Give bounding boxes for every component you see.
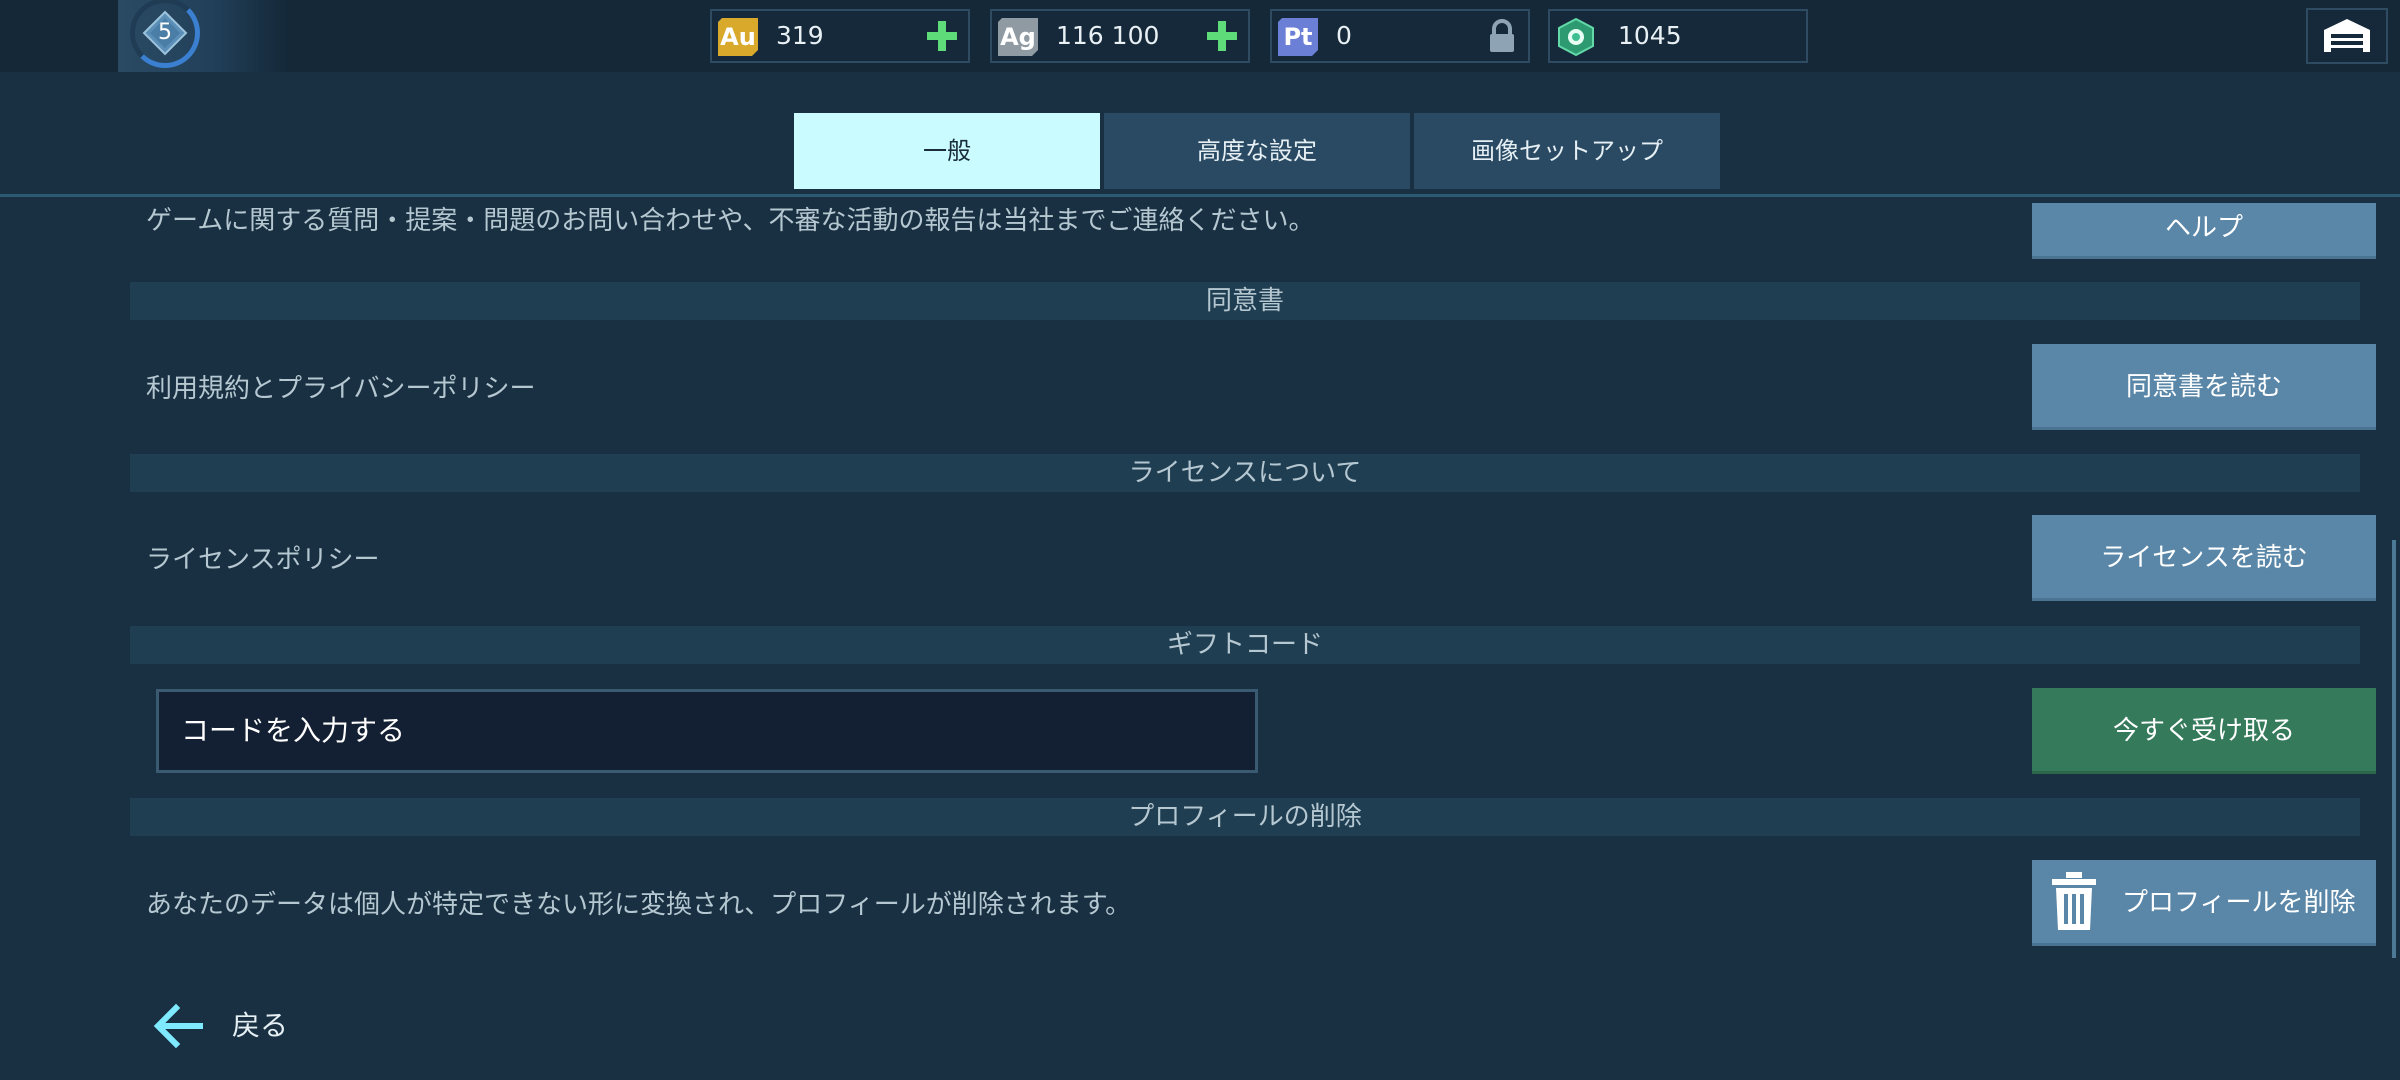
delete-profile-label: プロフィールを削除 — [2122, 888, 2356, 918]
gem-value: 1045 — [1618, 21, 1682, 50]
delete-profile-description: あなたのデータは個人が特定できない形に変換され、プロフィールが削除されます。 — [146, 890, 1132, 920]
help-button[interactable]: ヘルプ — [2032, 203, 2376, 259]
gold-currency: Au 319 — [710, 9, 970, 63]
silver-value: 116 100 — [1056, 21, 1160, 50]
svg-text:Au: Au — [720, 23, 756, 51]
delete-profile-button[interactable]: プロフィールを削除 — [2032, 860, 2376, 946]
redeem-now-button[interactable]: 今すぐ受け取る — [2032, 688, 2376, 774]
gold-value: 319 — [776, 21, 824, 50]
gem-currency: 1045 — [1548, 9, 1808, 63]
tab-graphics[interactable]: 画像セットアップ — [1414, 113, 1720, 189]
settings-content: ゲームに関する質問・提案・問題のお問い合わせや、不審な活動の報告は当社までご連絡… — [130, 203, 2380, 968]
svg-text:Pt: Pt — [1283, 23, 1312, 51]
top-bar: 5 Au 319 Ag 116 100 Pt 0 1045 — [0, 0, 2400, 72]
plus-icon[interactable] — [924, 18, 960, 54]
read-license-button[interactable]: ライセンスを読む — [2032, 515, 2376, 601]
level-number: 5 — [158, 20, 172, 45]
trash-icon — [2052, 872, 2096, 930]
read-agreement-button[interactable]: 同意書を読む — [2032, 344, 2376, 430]
tab-advanced[interactable]: 高度な設定 — [1104, 113, 1410, 189]
scrollbar[interactable] — [2392, 540, 2396, 958]
tab-divider — [0, 194, 2400, 197]
delete-profile-section-header: プロフィールの削除 — [130, 798, 2360, 836]
back-arrow-icon — [153, 1003, 203, 1049]
license-section-header: ライセンスについて — [130, 454, 2360, 492]
support-description: ゲームに関する質問・提案・問題のお問い合わせや、不審な活動の報告は当社までご連絡… — [146, 206, 1315, 236]
platinum-icon: Pt — [1278, 18, 1318, 56]
license-description: ライセンスポリシー — [146, 545, 380, 575]
agreement-section-header: 同意書 — [130, 282, 2360, 320]
gift-code-input[interactable]: コードを入力する — [156, 689, 1258, 773]
lock-icon[interactable] — [1484, 18, 1520, 54]
gem-icon — [1558, 18, 1594, 56]
gift-code-section-header: ギフトコード — [130, 626, 2360, 664]
silver-icon: Ag — [998, 18, 1038, 56]
garage-icon — [2324, 19, 2370, 52]
platinum-currency: Pt 0 — [1270, 9, 1530, 63]
tab-general[interactable]: 一般 — [794, 113, 1100, 189]
garage-button[interactable] — [2306, 8, 2388, 64]
agreement-description: 利用規約とプライバシーポリシー — [146, 374, 536, 404]
svg-text:Ag: Ag — [1000, 23, 1036, 51]
platinum-value: 0 — [1336, 21, 1352, 50]
silver-currency: Ag 116 100 — [990, 9, 1250, 63]
gold-icon: Au — [718, 18, 758, 56]
back-label: 戻る — [232, 1009, 289, 1042]
plus-icon[interactable] — [1204, 18, 1240, 54]
player-level-badge[interactable]: 5 — [118, 0, 288, 72]
